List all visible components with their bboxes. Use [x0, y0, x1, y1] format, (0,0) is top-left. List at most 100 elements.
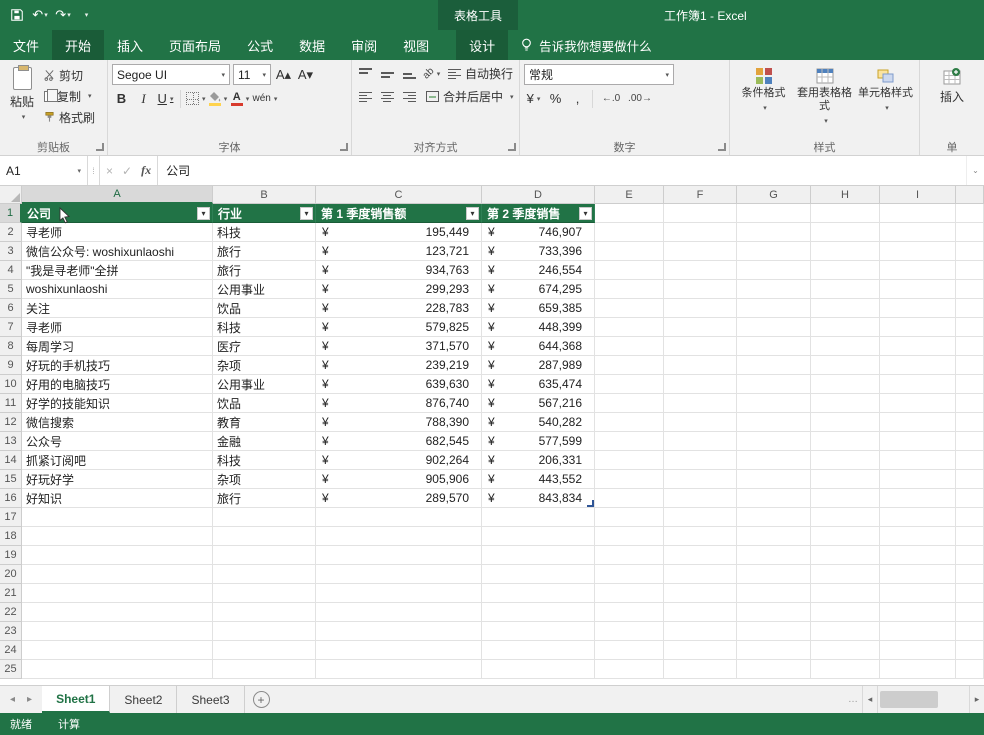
cell[interactable]	[316, 641, 482, 660]
column-header-D[interactable]: D	[482, 186, 595, 204]
cell[interactable]	[880, 413, 956, 432]
cell[interactable]	[316, 527, 482, 546]
row-header-19[interactable]: 19	[0, 546, 22, 565]
cell[interactable]	[880, 565, 956, 584]
cell[interactable]	[482, 603, 595, 622]
cell[interactable]: ¥934,763	[316, 261, 482, 280]
cell[interactable]	[664, 508, 737, 527]
cell[interactable]: 好玩的手机技巧	[22, 356, 213, 375]
row-header-3[interactable]: 3	[0, 242, 22, 261]
paste-button[interactable]: 粘贴	[4, 63, 40, 138]
cell[interactable]	[664, 242, 737, 261]
cell[interactable]	[664, 432, 737, 451]
tab-splitter[interactable]: …	[844, 686, 862, 713]
cell[interactable]	[811, 299, 880, 318]
cell[interactable]	[880, 280, 956, 299]
cell[interactable]	[880, 451, 956, 470]
cell[interactable]	[664, 223, 737, 242]
cell[interactable]	[956, 394, 984, 413]
cell[interactable]	[880, 489, 956, 508]
align-bottom-button[interactable]	[400, 64, 419, 83]
row-header-2[interactable]: 2	[0, 223, 22, 242]
cell[interactable]: 饮品	[213, 394, 316, 413]
cell[interactable]	[811, 356, 880, 375]
cell[interactable]	[880, 508, 956, 527]
cell[interactable]	[737, 622, 811, 641]
row-header-25[interactable]: 25	[0, 660, 22, 679]
cell[interactable]	[213, 546, 316, 565]
cell[interactable]: ¥443,552	[482, 470, 595, 489]
cell[interactable]	[811, 470, 880, 489]
formula-input[interactable]: 公司	[158, 156, 966, 185]
sheet-tab-Sheet3[interactable]: Sheet3	[177, 686, 244, 713]
cell[interactable]: 好玩好学	[22, 470, 213, 489]
scrollbar-thumb[interactable]	[880, 691, 938, 708]
cell[interactable]	[316, 622, 482, 641]
cell[interactable]	[595, 299, 664, 318]
cell[interactable]: 旅行	[213, 242, 316, 261]
row-header-14[interactable]: 14	[0, 451, 22, 470]
scroll-right-icon[interactable]: ▸	[969, 686, 984, 713]
cell[interactable]	[595, 451, 664, 470]
cell[interactable]	[664, 280, 737, 299]
cell[interactable]: ¥239,219	[316, 356, 482, 375]
cell[interactable]	[737, 204, 811, 223]
row-header-5[interactable]: 5	[0, 280, 22, 299]
cell[interactable]: 公用事业	[213, 375, 316, 394]
cell[interactable]	[595, 489, 664, 508]
percent-style-button[interactable]: %	[546, 89, 565, 108]
cell[interactable]: 饮品	[213, 299, 316, 318]
row-header-17[interactable]: 17	[0, 508, 22, 527]
cell[interactable]	[595, 546, 664, 565]
italic-button[interactable]: I	[134, 89, 153, 108]
column-header-C[interactable]: C	[316, 186, 482, 204]
filter-button[interactable]	[197, 207, 210, 220]
column-header-H[interactable]: H	[811, 186, 880, 204]
cell[interactable]	[880, 337, 956, 356]
table-header-cell[interactable]: 第 1 季度销售额	[316, 204, 482, 223]
cell[interactable]	[737, 394, 811, 413]
insert-function-icon[interactable]: fx	[141, 163, 151, 178]
cell[interactable]	[482, 565, 595, 584]
cell[interactable]	[595, 242, 664, 261]
sheet-nav-left-icon[interactable]: ◂	[10, 694, 15, 705]
cell[interactable]: 好知识	[22, 489, 213, 508]
cell[interactable]: ¥876,740	[316, 394, 482, 413]
cell[interactable]	[664, 394, 737, 413]
cell[interactable]	[22, 527, 213, 546]
column-header-I[interactable]: I	[880, 186, 956, 204]
row-header-6[interactable]: 6	[0, 299, 22, 318]
cell[interactable]	[811, 584, 880, 603]
row-header-1[interactable]: 1	[0, 204, 22, 223]
cell[interactable]: ¥674,295	[482, 280, 595, 299]
cell[interactable]	[811, 527, 880, 546]
cell[interactable]	[880, 318, 956, 337]
table-header-cell[interactable]: 第 2 季度销售	[482, 204, 595, 223]
cell[interactable]	[664, 299, 737, 318]
row-header-9[interactable]: 9	[0, 356, 22, 375]
cell[interactable]: ¥123,721	[316, 242, 482, 261]
cell[interactable]	[737, 337, 811, 356]
cell[interactable]	[737, 584, 811, 603]
cell[interactable]	[737, 489, 811, 508]
row-header-8[interactable]: 8	[0, 337, 22, 356]
cell[interactable]	[213, 565, 316, 584]
format-painter-button[interactable]: 格式刷	[44, 108, 95, 126]
cell[interactable]	[595, 470, 664, 489]
cell[interactable]: ¥905,906	[316, 470, 482, 489]
cell[interactable]: 寻老师	[22, 318, 213, 337]
cell[interactable]	[664, 527, 737, 546]
undo-dropdown-icon[interactable]: ▾	[44, 11, 48, 19]
cell[interactable]	[316, 584, 482, 603]
cell[interactable]	[956, 565, 984, 584]
align-top-button[interactable]	[356, 64, 375, 83]
cell[interactable]	[664, 261, 737, 280]
cell[interactable]	[664, 413, 737, 432]
ribbon-tab-视图[interactable]: 视图	[390, 30, 442, 60]
cell[interactable]	[737, 299, 811, 318]
cell[interactable]	[664, 356, 737, 375]
cell[interactable]	[213, 641, 316, 660]
cell[interactable]	[811, 394, 880, 413]
cell[interactable]	[482, 622, 595, 641]
cell[interactable]	[482, 641, 595, 660]
